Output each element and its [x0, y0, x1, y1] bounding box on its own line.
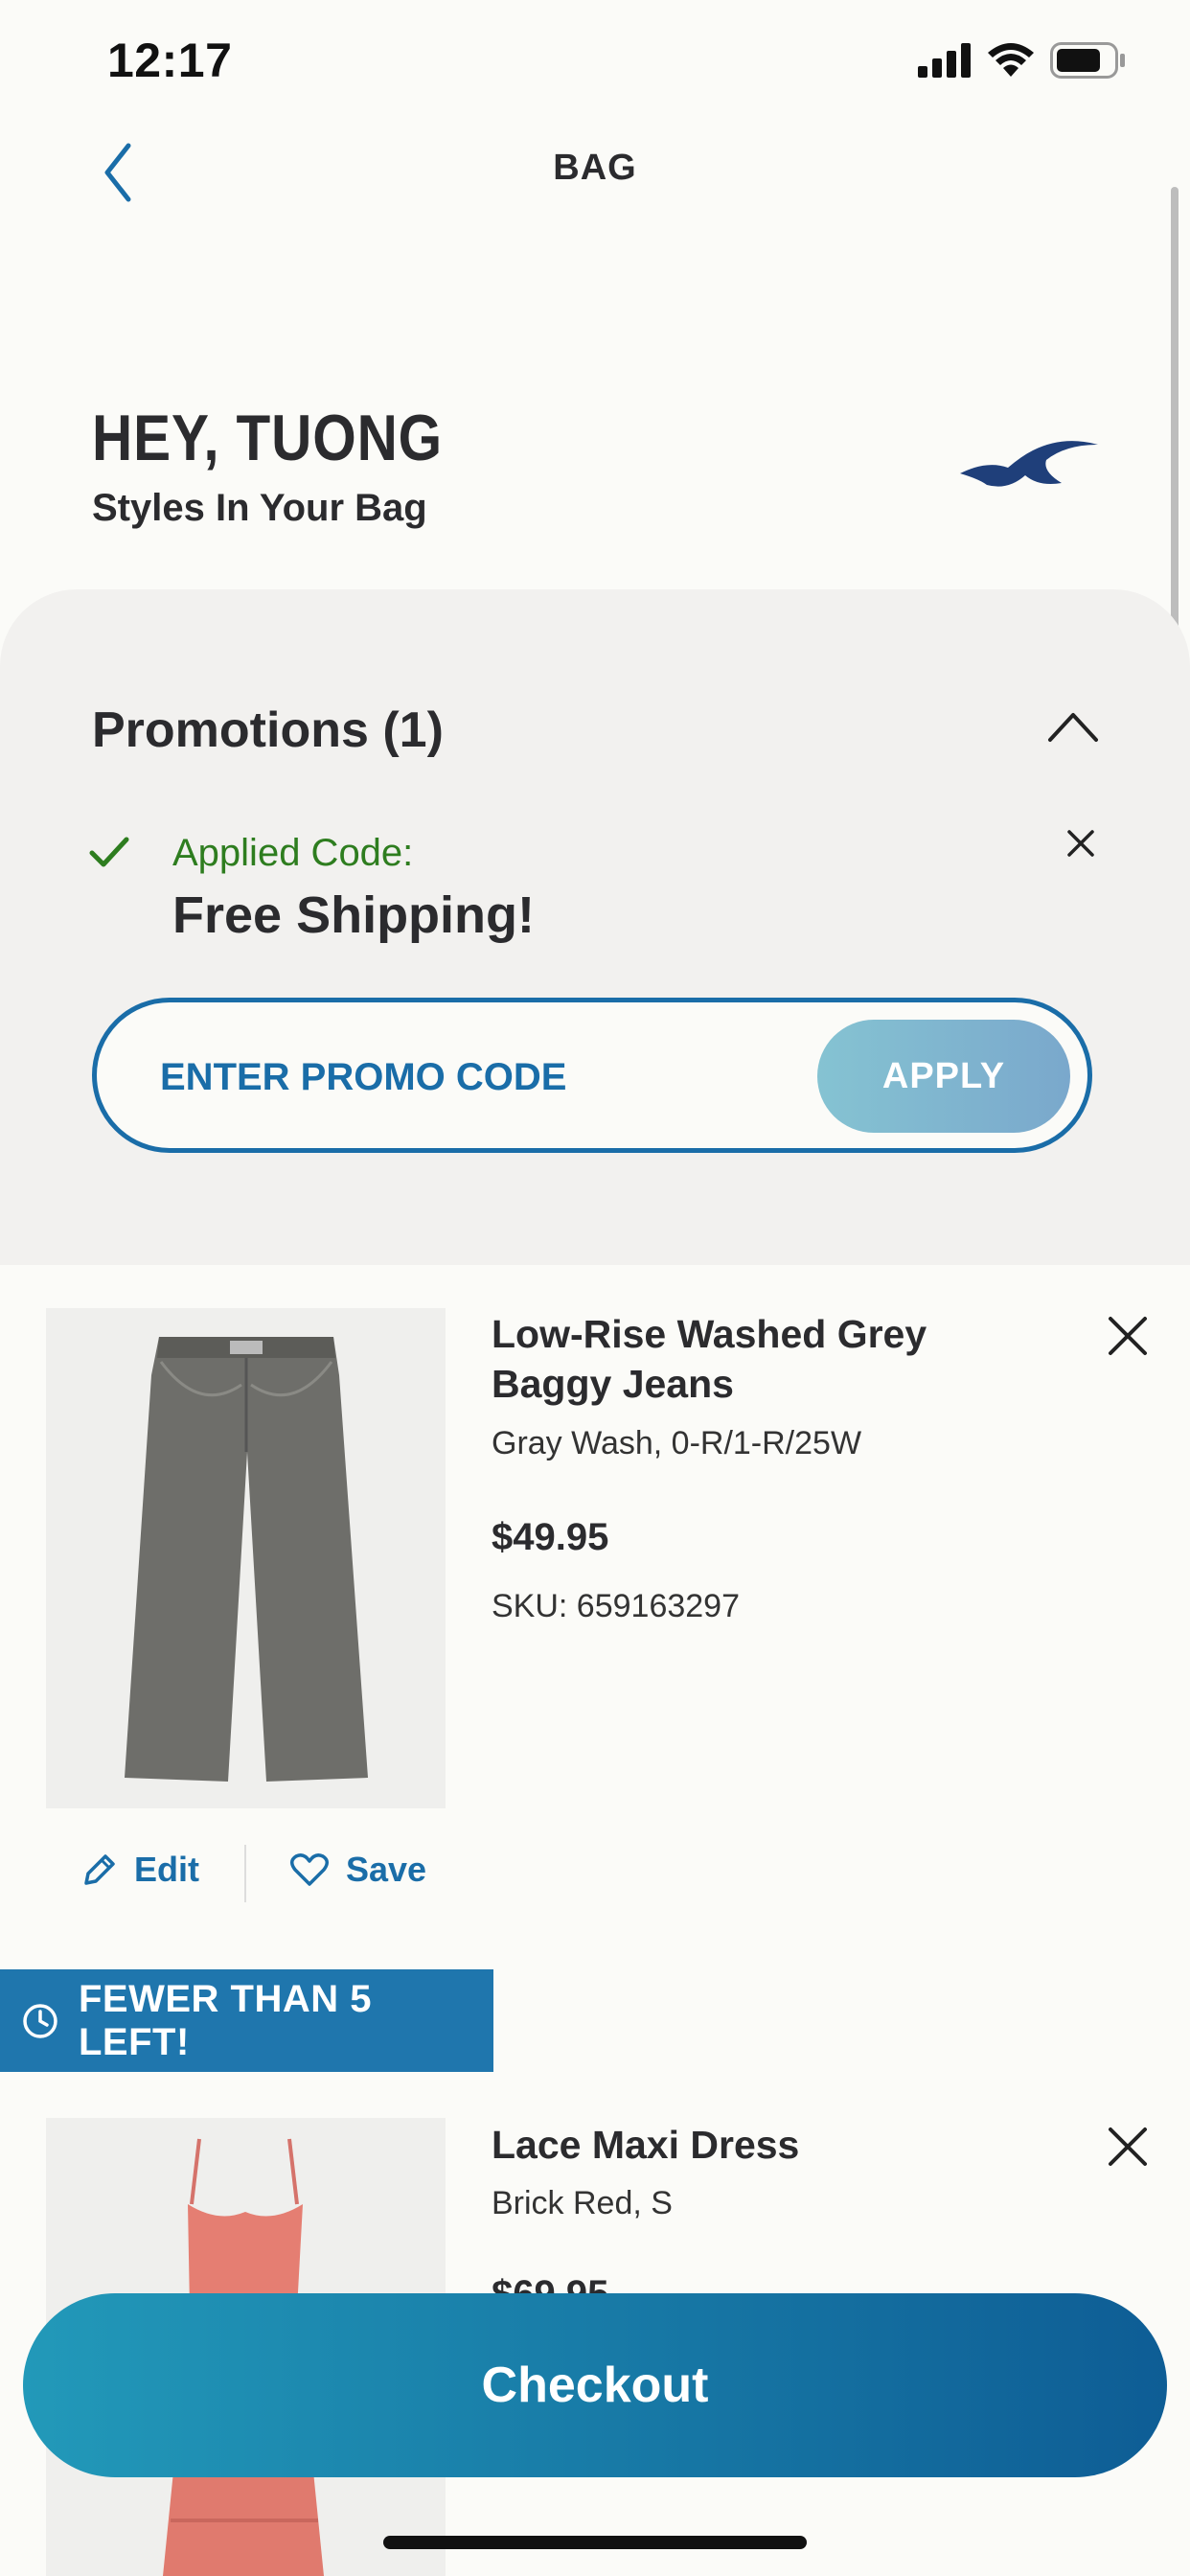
item-name[interactable]: Low-Rise Washed Grey	[492, 1309, 927, 1359]
remove-item-icon[interactable]	[1107, 1315, 1149, 1357]
applied-code-label: Applied Code:	[172, 832, 414, 874]
promotions-title[interactable]: Promotions (1)	[92, 702, 444, 759]
edit-button[interactable]: Edit	[82, 1850, 199, 1890]
greeting-subtitle: Styles In Your Bag	[92, 487, 427, 529]
item-variant-2: Brick Red, S	[492, 2185, 673, 2221]
jeans-image-icon	[125, 1337, 368, 1782]
item-name-line2[interactable]: Baggy Jeans	[492, 1359, 734, 1409]
home-indicator[interactable]	[383, 2536, 807, 2549]
action-divider	[244, 1845, 246, 1902]
item-name-2[interactable]: Lace Maxi Dress	[492, 2120, 799, 2170]
seagull-logo-icon	[960, 441, 1098, 487]
page-title: BAG	[553, 148, 637, 188]
apply-button[interactable]: APPLY	[817, 1020, 1070, 1133]
promo-code-input[interactable]	[158, 1041, 756, 1114]
heart-icon	[290, 1853, 329, 1886]
status-time: 12:17	[107, 34, 233, 87]
check-icon	[89, 837, 129, 867]
battery-icon	[1050, 42, 1125, 79]
clock-icon	[23, 2003, 57, 2038]
promo-code-field: APPLY	[92, 998, 1092, 1153]
remove-promo-icon[interactable]	[1064, 826, 1098, 861]
product-image[interactable]	[46, 1308, 446, 1808]
chevron-up-icon[interactable]	[1046, 709, 1100, 744]
save-button[interactable]: Save	[290, 1850, 426, 1890]
low-stock-badge: FEWER THAN 5 LEFT!	[0, 1969, 493, 2072]
item-variant: Gray Wash, 0-R/1-R/25W	[492, 1425, 862, 1461]
edit-label: Edit	[134, 1850, 199, 1889]
item-sku: SKU: 659163297	[492, 1588, 740, 1624]
applied-code-value: Free Shipping!	[172, 886, 535, 944]
checkout-button[interactable]: Checkout	[23, 2293, 1167, 2477]
status-icons	[918, 42, 1127, 79]
remove-item-icon-2[interactable]	[1107, 2126, 1149, 2168]
low-stock-text: FEWER THAN 5 LEFT!	[78, 1977, 372, 2063]
wifi-icon	[988, 43, 1034, 77]
signal-icon	[918, 43, 971, 78]
greeting-title: HEY, TUONG	[92, 402, 444, 474]
item-price: $49.95	[492, 1516, 609, 1558]
save-label: Save	[346, 1850, 427, 1889]
pencil-icon	[84, 1854, 115, 1885]
